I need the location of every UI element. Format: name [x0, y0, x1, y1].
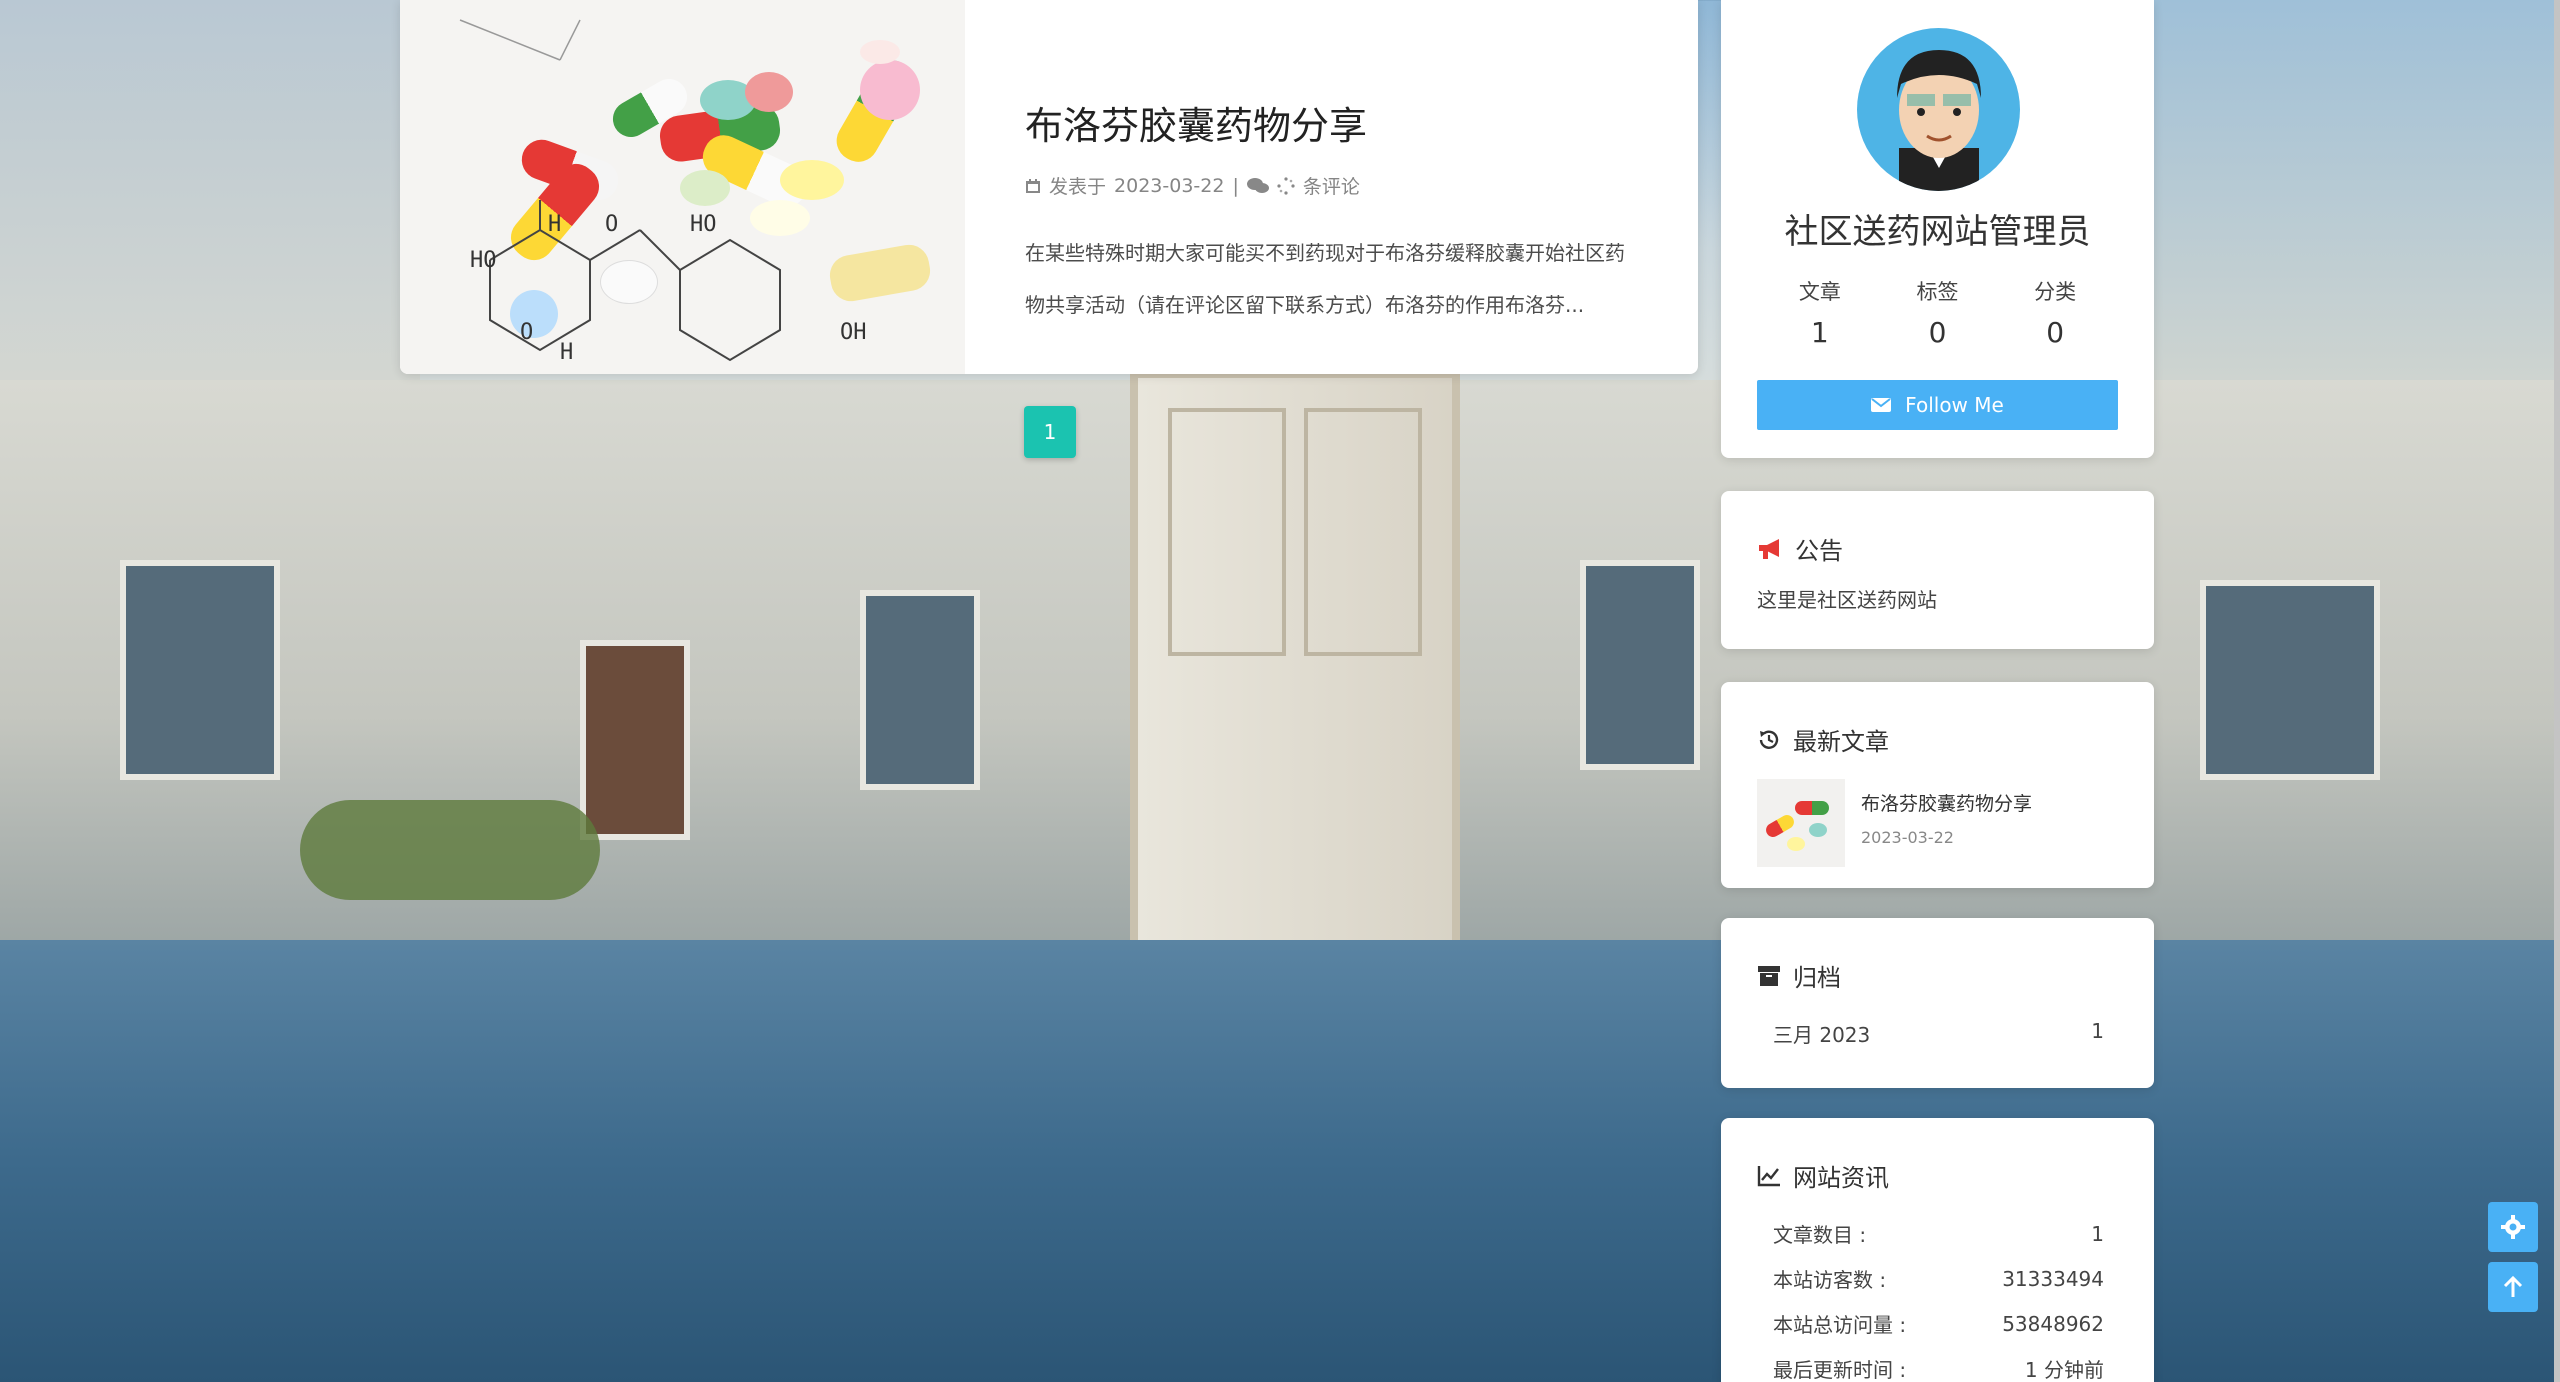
post-excerpt: 在某些特殊时期大家可能买不到药现对于布洛芬缓释胶囊开始社区药物共享活动（请在评论… [1025, 241, 1625, 317]
post-date: 2023-03-22 [1114, 174, 1225, 197]
arrow-up-icon [2502, 1275, 2524, 1299]
archive-header: 归档 [1721, 918, 2154, 993]
site-info-title: 网站资讯 [1793, 1164, 1889, 1192]
gear-icon [2500, 1214, 2526, 1240]
recent-post-date: 2023-03-22 [1861, 828, 1954, 847]
pill-image [1763, 812, 1797, 840]
background-building-right [2140, 0, 2560, 420]
site-info-value: 53848962 [2002, 1311, 2104, 1336]
site-info-value: 1 分钟前 [2024, 1358, 2104, 1382]
chem-label: O [605, 212, 619, 237]
chem-label: HO [470, 248, 497, 273]
meta-separator: | [1232, 174, 1239, 197]
stat-label: 标签 [1916, 280, 1959, 304]
author-card: 社区送药网站管理员 文章 1 标签 0 分类 0 Follow Me [1721, 0, 2154, 458]
archive-month: 三月 2023 [1773, 1023, 1871, 1047]
stat-categories[interactable]: 分类 0 [2005, 276, 2105, 349]
post-meta: 发表于 2023-03-22 | 条评论 [1025, 172, 1638, 199]
site-info-label: 最后更新时间 : [1773, 1358, 1907, 1382]
notice-text: 这里是社区送药网站 [1757, 588, 1937, 612]
site-info-row: 最后更新时间 : 1 分钟前 [1721, 1346, 2154, 1382]
post-comments-link[interactable]: 条评论 [1303, 172, 1360, 199]
archive-widget: 归档 三月 2023 1 [1721, 918, 2154, 1088]
settings-button[interactable] [2488, 1202, 2538, 1252]
post-body: 布洛芬胶囊药物分享 发表于 2023-03-22 | 条评论 在某些特殊时期大家… [965, 0, 1698, 374]
site-info-rows: 文章数目 : 1 本站访客数 : 31333494 本站总访问量 : 53848… [1721, 1193, 2154, 1382]
background-door-arch [580, 640, 690, 840]
site-info-row: 文章数目 : 1 [1721, 1211, 2154, 1256]
notice-widget: 公告 这里是社区送药网站 [1721, 491, 2154, 649]
avatar[interactable] [1857, 28, 2020, 191]
site-info-label: 文章数目 : [1773, 1223, 1867, 1247]
site-info-header: 网站资讯 [1721, 1118, 2154, 1193]
bullhorn-icon [1757, 538, 1783, 560]
scrollbar-track[interactable] [2554, 0, 2560, 1382]
recent-posts-header: 最新文章 [1721, 682, 2154, 757]
stat-tags[interactable]: 标签 0 [1887, 276, 1987, 349]
post-thumbnail[interactable]: HO O H HO O OH H [400, 0, 965, 374]
author-stats: 文章 1 标签 0 分类 0 [1721, 276, 2154, 349]
background-window [1580, 560, 1700, 770]
recent-post-item[interactable]: 布洛芬胶囊药物分享 2023-03-22 [1721, 757, 2154, 867]
scrollbar-thumb[interactable] [2554, 0, 2560, 1382]
stat-label: 文章 [1798, 280, 1841, 304]
chem-label: H [560, 340, 574, 365]
site-info-row: 本站访客数 : 31333494 [1721, 1256, 2154, 1301]
stat-articles[interactable]: 文章 1 [1770, 276, 1870, 349]
chem-label: H [548, 212, 562, 237]
site-info-value: 1 [2091, 1221, 2104, 1246]
follow-me-button[interactable]: Follow Me [1757, 380, 2118, 430]
background-window [120, 560, 280, 780]
background-building-left [0, 0, 420, 420]
site-info-widget: 网站资讯 文章数目 : 1 本站访客数 : 31333494 本站总访问量 : … [1721, 1118, 2154, 1382]
pill-image [1795, 801, 1829, 815]
notice-header: 公告 [1721, 491, 2154, 566]
follow-me-label: Follow Me [1905, 393, 2004, 417]
archive-count: 1 [2091, 1019, 2104, 1043]
post-posted-label: 发表于 [1049, 176, 1107, 198]
chem-label: HO [690, 212, 717, 237]
post-card[interactable]: HO O H HO O OH H 布洛芬胶囊药物分享 发表于 2023-03-2… [400, 0, 1698, 374]
archive-item[interactable]: 三月 2023 1 [1721, 993, 2154, 1048]
archive-title: 归档 [1793, 964, 1841, 992]
notice-title: 公告 [1795, 537, 1843, 565]
site-info-label: 本站访客数 : [1773, 1268, 1887, 1292]
tablet-image [1787, 837, 1805, 851]
site-info-row: 本站总访问量 : 53848962 [1721, 1301, 2154, 1346]
stat-label: 分类 [2034, 280, 2077, 304]
recent-post-info: 布洛芬胶囊药物分享 2023-03-22 [1861, 779, 2032, 867]
chem-label: O [520, 320, 534, 345]
stat-value: 0 [1928, 316, 1947, 349]
recent-posts-widget: 最新文章 布洛芬胶囊药物分享 2023-03-22 [1721, 682, 2154, 888]
background-window [2200, 580, 2380, 780]
chem-label: OH [840, 320, 867, 345]
site-info-value: 31333494 [2002, 1266, 2104, 1291]
stat-value: 1 [1810, 316, 1829, 349]
pagination-current-page[interactable]: 1 [1024, 406, 1076, 458]
back-to-top-button[interactable] [2488, 1262, 2538, 1312]
site-info-label: 本站总访问量 : [1773, 1313, 1907, 1337]
comments-icon [1246, 177, 1269, 194]
comment-count-loading-icon [1277, 176, 1295, 195]
recent-posts-title: 最新文章 [1793, 728, 1889, 756]
recent-post-thumbnail[interactable] [1757, 779, 1845, 867]
background-plants [300, 800, 600, 900]
stat-value: 0 [2046, 316, 2065, 349]
history-icon [1757, 728, 1781, 752]
author-name: 社区送药网站管理员 [1784, 212, 2091, 252]
post-title[interactable]: 布洛芬胶囊药物分享 [1025, 95, 1638, 150]
recent-post-title[interactable]: 布洛芬胶囊药物分享 [1861, 789, 2032, 816]
tablet-image [1809, 823, 1827, 837]
line-chart-icon [1757, 1165, 1781, 1187]
background-water [0, 940, 2560, 1382]
calendar-icon [1025, 178, 1041, 194]
envelope-icon [1871, 397, 1892, 413]
background-window [860, 590, 980, 790]
archive-icon [1757, 965, 1781, 987]
chemical-structure-drawing [459, 19, 781, 362]
